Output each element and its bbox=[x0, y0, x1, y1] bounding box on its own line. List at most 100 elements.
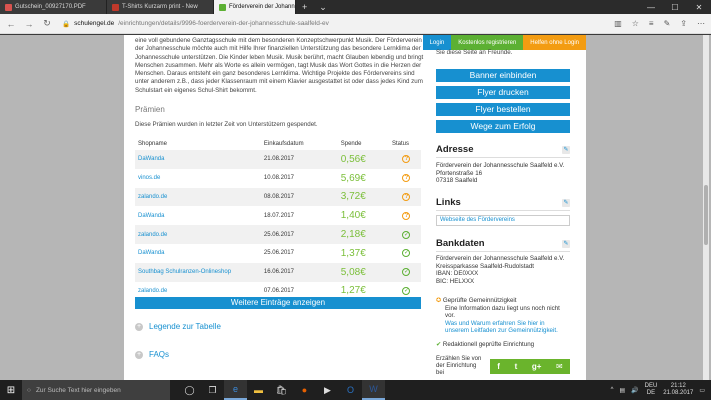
favorite-star-icon[interactable]: ☆ bbox=[632, 19, 639, 28]
purchase-date: 21.08.2017 bbox=[260, 150, 338, 169]
new-tab-button[interactable]: + bbox=[296, 0, 313, 14]
help-without-login-button[interactable]: Helfen ohne Login bbox=[523, 35, 586, 50]
browser-tab[interactable]: T-Shirts Kurzarm print - New bbox=[107, 0, 214, 14]
confirmed-check-icon: ✓ bbox=[402, 286, 411, 295]
search-placeholder: Zur Suche Text hier eingeben bbox=[35, 386, 121, 394]
share-icon[interactable]: ⇪ bbox=[680, 19, 687, 28]
share-text: Erzählen Sie von der Einrichtung bei bbox=[436, 356, 482, 376]
donation-amount: 5,08€ bbox=[337, 262, 389, 282]
shop-name-link[interactable]: DaWanda bbox=[135, 244, 261, 263]
shop-name-link[interactable]: DaWanda bbox=[135, 150, 261, 169]
print-flyer-button[interactable]: Flyer drucken bbox=[436, 86, 570, 99]
status-cell: ? bbox=[388, 187, 421, 207]
edge-icon[interactable]: e bbox=[224, 380, 247, 400]
address-heading: Adresse ✎ bbox=[436, 144, 570, 155]
donation-amount: 1,40€ bbox=[340, 210, 366, 222]
forward-icon[interactable]: → bbox=[24, 19, 34, 29]
page-scrollbar[interactable] bbox=[703, 35, 709, 380]
shop-name-link[interactable]: DaWanda bbox=[135, 206, 261, 225]
edit-pencil-icon[interactable]: ✎ bbox=[562, 198, 570, 207]
schulengel-favicon-icon bbox=[219, 3, 226, 11]
email-icon[interactable]: ✉ bbox=[556, 362, 563, 371]
maximize-icon[interactable]: ☐ bbox=[663, 0, 687, 14]
links-title: Links bbox=[436, 197, 461, 208]
task-view-icon[interactable]: ❐ bbox=[201, 380, 224, 400]
links-heading: Links ✎ bbox=[436, 197, 570, 208]
donation-amount: 1,37€ bbox=[340, 247, 366, 259]
shop-name-link[interactable]: zalando.de bbox=[135, 187, 261, 207]
shop-name-link[interactable]: zalando.de bbox=[135, 225, 261, 244]
media-player-icon[interactable]: ▶ bbox=[316, 380, 339, 400]
file-explorer-icon[interactable]: ▬ bbox=[247, 380, 270, 400]
address-block: Förderverein der Johannesschule Saalfeld… bbox=[436, 162, 564, 185]
hub-icon[interactable]: ≡ bbox=[649, 19, 654, 28]
clock[interactable]: 21:12 21.08.2017 bbox=[663, 383, 693, 397]
website-link[interactable]: Webseite des Fördervereins bbox=[436, 215, 570, 226]
browser-tab[interactable]: Gutschein_00927170.PDF bbox=[0, 0, 107, 14]
more-entries-button[interactable]: Weitere Einträge anzeigen bbox=[135, 297, 421, 309]
system-tray: ^ ▤ 🔊 DEU DE 21:12 21.08.2017 ▭ bbox=[611, 383, 711, 397]
status-cell: ✓ bbox=[389, 244, 421, 263]
facebook-icon[interactable]: f bbox=[497, 362, 500, 371]
tray-chevron-icon[interactable]: ^ bbox=[611, 387, 614, 393]
more-icon[interactable]: ⋯ bbox=[697, 19, 705, 28]
share-block: Erzählen Sie von der Einrichtung bei f t… bbox=[436, 356, 570, 377]
google-plus-icon[interactable]: g+ bbox=[532, 362, 542, 371]
twitter-icon[interactable]: t bbox=[515, 362, 518, 371]
taskbar-search[interactable]: ○ Zur Suche Text hier eingeben bbox=[22, 380, 170, 400]
faq-link[interactable]: FAQs bbox=[149, 350, 169, 359]
pdf-icon bbox=[5, 3, 12, 11]
url-field[interactable]: 🔒 schulengel.de/einrichtungen/details/99… bbox=[60, 17, 515, 31]
nonprofit-label: Geprüfte Gemeinnützigkeit bbox=[442, 297, 517, 304]
language-code: DEU bbox=[644, 383, 658, 389]
clock-time: 21:12 bbox=[670, 383, 686, 389]
keyboard-layout: DE bbox=[646, 390, 656, 396]
lock-icon: 🔒 bbox=[62, 20, 71, 28]
shop-name-link[interactable]: vinos.de bbox=[135, 169, 261, 188]
store-icon[interactable]: 🛍 bbox=[270, 380, 293, 400]
network-icon[interactable]: ▤ bbox=[619, 387, 625, 394]
banner-button[interactable]: Banner einbinden bbox=[436, 69, 570, 82]
award-icon: ✪ bbox=[436, 297, 442, 304]
edit-pencil-icon[interactable]: ✎ bbox=[562, 239, 570, 248]
firefox-icon[interactable]: ● bbox=[293, 380, 316, 400]
volume-icon[interactable]: 🔊 bbox=[631, 387, 638, 394]
purchase-date: 18.07.2017 bbox=[263, 212, 294, 219]
cortana-icon[interactable]: ◯ bbox=[178, 380, 201, 400]
word-icon[interactable]: W bbox=[362, 380, 385, 400]
legend-toggle[interactable]: + Legende zur Tabelle bbox=[135, 322, 221, 331]
notifications-icon[interactable]: ▭ bbox=[699, 387, 705, 394]
purchase-date: 08.08.2017 bbox=[260, 187, 338, 207]
windows-start-icon[interactable]: ⊞ bbox=[0, 385, 22, 396]
login-button[interactable]: Login bbox=[422, 35, 452, 50]
refresh-icon[interactable]: ↻ bbox=[42, 18, 52, 29]
taskbar-apps: ◯ ❐ e ▬ 🛍 ● ▶ O W bbox=[178, 380, 385, 400]
column-header-shop: Shopname bbox=[138, 141, 168, 147]
order-flyer-button[interactable]: Flyer bestellen bbox=[436, 103, 570, 116]
success-guide-button[interactable]: Wege zum Erfolg bbox=[436, 120, 570, 133]
bank-block: Förderverein der Johannesschule Saalfeld… bbox=[436, 255, 564, 285]
faq-toggle[interactable]: + FAQs bbox=[135, 350, 169, 359]
outlook-icon[interactable]: O bbox=[339, 380, 362, 400]
browser-tab-active[interactable]: Förderverein der Johann ✕ bbox=[214, 0, 296, 14]
table-row: DaWanda 18.07.2017 1,40€? bbox=[135, 206, 421, 225]
close-window-icon[interactable]: ✕ bbox=[687, 0, 711, 14]
tab-title: Förderverein der Johann bbox=[229, 4, 295, 10]
shop-name-link[interactable]: Southbag Schulranzen-Onlineshop bbox=[135, 262, 261, 282]
main-content: Login Kostenlos registrieren Helfen ohne… bbox=[124, 35, 586, 380]
scrollbar-thumb[interactable] bbox=[704, 185, 708, 245]
rewards-table: Shopname Einkaufsdatum Spende Status DaW… bbox=[135, 138, 421, 300]
back-icon[interactable]: ← bbox=[6, 19, 16, 29]
donation-amount: 5,69€ bbox=[340, 172, 366, 184]
edit-pencil-icon[interactable]: ✎ bbox=[562, 145, 570, 154]
share-bar: f t g+ ✉ bbox=[490, 359, 570, 374]
tab-list-chevron-icon[interactable]: ⌄ bbox=[313, 0, 333, 14]
reading-view-icon[interactable]: ▥ bbox=[614, 19, 622, 28]
legend-link[interactable]: Legende zur Tabelle bbox=[149, 322, 221, 331]
nonprofit-guide-link[interactable]: Was und Warum erfahren Sie hier in unser… bbox=[436, 320, 570, 335]
sidebar: Sie diese Seite an Freunde. Banner einbi… bbox=[436, 49, 572, 376]
notes-icon[interactable]: ✎ bbox=[664, 19, 671, 28]
language-indicator[interactable]: DEU DE bbox=[645, 383, 658, 397]
minimize-icon[interactable]: — bbox=[639, 0, 663, 14]
register-button[interactable]: Kostenlos registrieren bbox=[451, 35, 524, 50]
